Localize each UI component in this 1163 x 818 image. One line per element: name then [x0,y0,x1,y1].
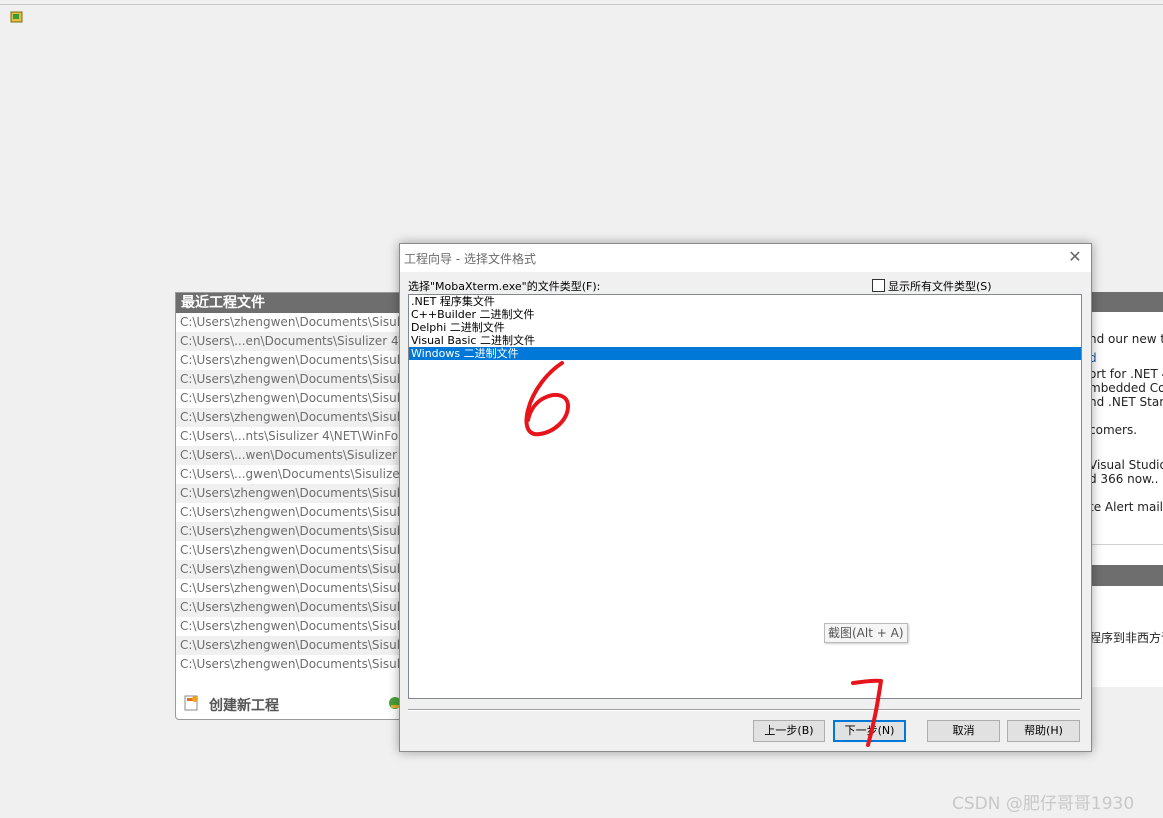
file-type-list[interactable]: .NET 程序集文件 C++Builder 二进制文件 Delphi 二进制文件… [408,294,1082,699]
list-item[interactable]: C:\Users\zhengwen\Documents\Sisulizer [176,617,404,636]
list-item[interactable]: C:\Users\zhengwen\Documents\Sisulizer [176,655,404,674]
list-item[interactable]: C:\Users\...nts\Sisulizer 4\NET\WinForms [176,427,404,446]
news-line: nd our new t [1089,332,1163,346]
list-item[interactable]: C:\Users\zhengwen\Documents\Sisulizer [176,598,404,617]
show-all-types-checkbox[interactable]: 显示所有文件类型(S) [872,278,992,294]
recent-projects-panel: 最近工程文件 C:\Users\zhengwen\Documents\Sisul… [175,292,405,720]
news-panel: nd our new t d ort for .NET 4 mbedded Co… [1088,292,1163,687]
recent-projects-title: 最近工程文件 [176,293,404,313]
list-item[interactable]: C:\Users\zhengwen\Documents\Sisulizer [176,560,404,579]
new-project-label: 创建新工程 [209,698,279,714]
list-item[interactable]: C:\Users\...en\Documents\Sisulizer 4\Da [176,332,404,351]
list-item[interactable]: C:\Users\zhengwen\Documents\Sisulizer [176,351,404,370]
list-item[interactable]: C:\Users\zhengwen\Documents\Sisulizer [176,579,404,598]
next-button[interactable]: 下一步(N) [833,720,906,742]
news-divider [1088,544,1163,545]
list-item[interactable]: C++Builder 二进制文件 [409,308,1081,321]
file-type-prompt: 选择"MobaXterm.exe"的文件类型(F): [408,280,601,293]
top-border [0,4,1163,5]
help-button[interactable]: 帮助(H) [1007,720,1080,742]
news-panel-header [1088,292,1163,312]
dialog-divider [408,709,1080,711]
checkbox-box[interactable] [872,279,885,292]
recent-projects-list: C:\Users\zhengwen\Documents\Sisulizer C:… [176,313,404,674]
news-line: mbedded Com [1089,381,1163,395]
watermark: CSDN @肥仔哥哥1930 [952,794,1135,814]
list-item[interactable]: C:\Users\zhengwen\Documents\Sisulizer [176,370,404,389]
list-item[interactable]: Delphi 二进制文件 [409,321,1081,334]
list-item[interactable]: .NET 程序集文件 [409,295,1081,308]
list-item[interactable]: C:\Users\zhengwen\Documents\Sisulizer [176,522,404,541]
news-line: te Alert mailin [1089,500,1163,514]
list-item[interactable]: C:\Users\zhengwen\Documents\Sisulizer [176,541,404,560]
news-line: comers. [1089,423,1138,437]
list-item[interactable]: C:\Users\...wen\Documents\Sisulizer 4\M [176,446,404,465]
news-line: d 366 now.. [1089,472,1159,486]
show-all-types-label: 显示所有文件类型(S) [888,280,992,293]
list-item[interactable]: C:\Users\...gwen\Documents\Sisulizer 4\ [176,465,404,484]
back-button[interactable]: 上一步(B) [753,720,825,742]
news-line: Visual Studio 2 [1089,458,1163,472]
close-icon[interactable]: ✕ [1065,247,1085,267]
app-icon[interactable] [10,10,24,24]
list-item[interactable]: C:\Users\zhengwen\Documents\Sisulizer [176,636,404,655]
screenshot-tooltip: 截图(Alt + A) [824,623,908,643]
project-wizard-dialog: 工程向导 - 选择文件格式 ✕ 选择"MobaXterm.exe"的文件类型(F… [399,243,1092,752]
news-line: nd .NET Stan [1089,395,1163,409]
dialog-titlebar[interactable]: 工程向导 - 选择文件格式 ✕ [400,244,1091,272]
list-item-selected[interactable]: Windows 二进制文件 [409,347,1081,360]
new-project-link[interactable]: 创建新工程 [176,693,404,719]
tips-line: 程序到非西方语 [1089,631,1163,645]
list-item[interactable]: C:\Users\zhengwen\Documents\Sisulizer [176,389,404,408]
list-item[interactable]: C:\Users\zhengwen\Documents\Sisulizer [176,408,404,427]
list-item[interactable]: C:\Users\zhengwen\Documents\Sisulizer [176,313,404,332]
dialog-title: 工程向导 - 选择文件格式 [404,252,536,266]
news-line: ort for .NET 4 [1089,367,1163,381]
tips-panel-header [1088,565,1163,586]
list-item[interactable]: C:\Users\zhengwen\Documents\Sisulizer [176,484,404,503]
new-project-icon [184,695,198,711]
list-item[interactable]: C:\Users\zhengwen\Documents\Sisulizer [176,503,404,522]
cancel-button[interactable]: 取消 [927,720,1000,742]
list-item[interactable]: Visual Basic 二进制文件 [409,334,1081,347]
